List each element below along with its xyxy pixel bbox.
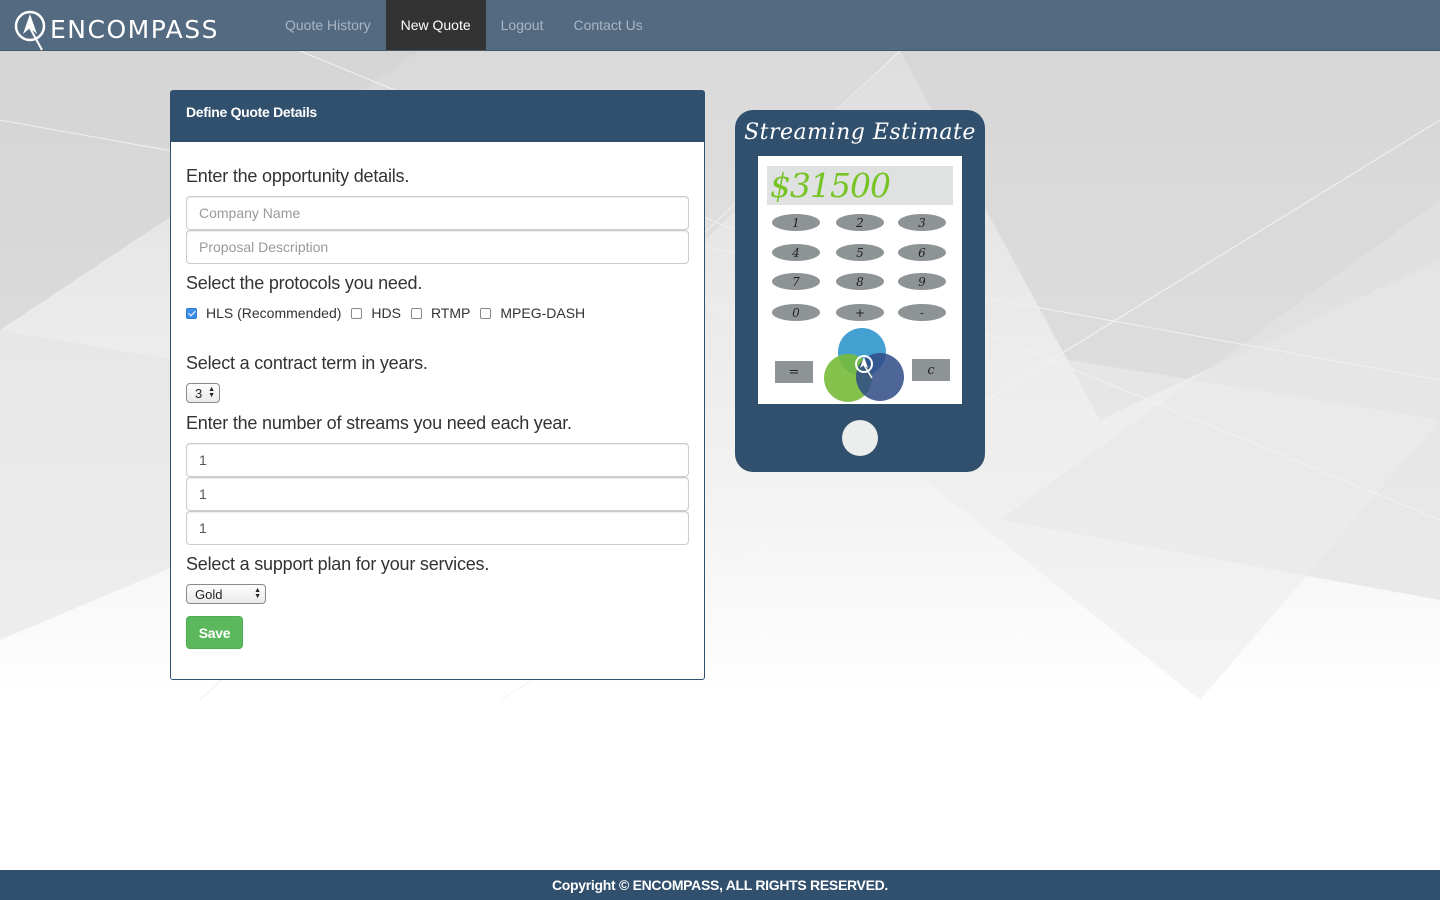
quote-panel: Define Quote Details Enter the opportuni… [170, 90, 705, 680]
nav-new-quote[interactable]: New Quote [385, 0, 486, 50]
company-name-input[interactable] [186, 196, 689, 230]
nav-quote-history[interactable]: Quote History [270, 0, 386, 50]
protocol-hds[interactable]: HDS [351, 305, 401, 321]
hds-label: HDS [371, 305, 401, 321]
calc-key: 9 [898, 273, 946, 290]
hls-label: HLS (Recommended) [206, 305, 342, 321]
save-button[interactable]: Save [186, 616, 243, 649]
calc-key: 7 [772, 273, 820, 290]
streams-label: Enter the number of streams you need eac… [186, 413, 572, 433]
rtmp-checkbox[interactable] [410, 307, 422, 319]
panel-heading: Define Quote Details [171, 91, 704, 142]
mpeg-dash-checkbox[interactable] [480, 307, 492, 319]
support-label: Select a support plan for your services. [186, 554, 490, 574]
protocols-label: Select the protocols you need. [186, 273, 423, 293]
compass-logo-icon [14, 10, 46, 51]
protocols-group: HLS (Recommended) HDS RTMP MPEG-DASH [186, 305, 595, 321]
calc-key: 0 [772, 304, 820, 321]
mpeg-dash-label: MPEG-DASH [500, 305, 586, 321]
estimate-title: Streaming Estimate [744, 120, 976, 145]
footer: Copyright © ENCOMPASS, ALL RIGHTS RESERV… [0, 870, 1440, 900]
streaming-estimate-phone: Streaming Estimate $31500 1 2 3 4 5 6 7 … [735, 110, 985, 472]
proposal-description-input[interactable] [186, 230, 689, 264]
calc-clear-key: c [912, 359, 950, 381]
calc-key: 1 [772, 214, 820, 231]
dropdown-arrows-icon: ▲ ▼ [254, 587, 261, 600]
calc-key: 8 [836, 273, 884, 290]
protocol-rtmp[interactable]: RTMP [410, 305, 471, 321]
hds-checkbox[interactable] [351, 307, 363, 319]
hls-checkbox[interactable] [186, 307, 197, 319]
brand-name: ENCOMPASS [50, 14, 220, 44]
copyright-text: Copyright © ENCOMPASS, ALL RIGHTS RESERV… [551, 877, 889, 893]
opportunity-label: Enter the opportunity details. [186, 166, 410, 186]
term-label: Select a contract term in years. [186, 353, 428, 373]
protocol-mpeg-dash[interactable]: MPEG-DASH [480, 305, 585, 321]
calc-key: 5 [836, 244, 884, 261]
nav-logout[interactable]: Logout [486, 0, 559, 50]
contract-term-value: 3 [195, 385, 203, 401]
estimate-display: $31500 [767, 166, 953, 205]
protocol-hls[interactable]: HLS (Recommended) [186, 305, 341, 321]
calc-key: 4 [772, 244, 820, 261]
contract-term-select[interactable]: 3 ▲ ▼ [186, 383, 220, 403]
calc-key: 2 [836, 214, 884, 231]
rtmp-label: RTMP [430, 305, 471, 321]
calc-key: 6 [898, 244, 946, 261]
navbar: ENCOMPASS Quote History New Quote Logout… [0, 0, 1440, 51]
calculator-screen: $31500 1 2 3 4 5 6 7 8 9 0 + - = c [758, 156, 962, 404]
brand-logo[interactable]: ENCOMPASS [0, 0, 270, 51]
phone-home-button [842, 420, 878, 456]
calc-key: + [836, 304, 884, 321]
support-plan-value: Gold [195, 586, 223, 602]
calc-key: - [898, 304, 946, 321]
stepper-arrows-icon: ▲ ▼ [208, 386, 215, 399]
nav-contact-us[interactable]: Contact Us [558, 0, 657, 50]
streams-year-2-input[interactable] [186, 477, 689, 511]
calc-key: 3 [898, 214, 946, 231]
streams-year-1-input[interactable] [186, 443, 689, 477]
encompass-circles-logo-icon [824, 328, 904, 402]
calc-equals-key: = [775, 361, 813, 383]
support-plan-select[interactable]: Gold ▲ ▼ [186, 584, 266, 604]
streams-year-3-input[interactable] [186, 511, 689, 545]
